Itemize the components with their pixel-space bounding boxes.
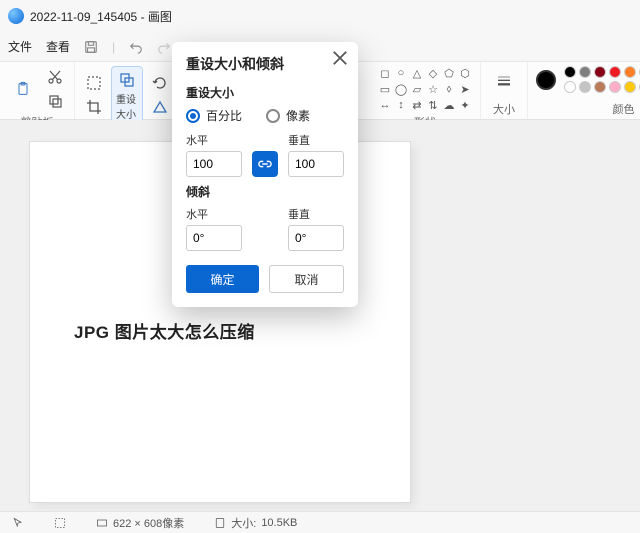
radio-dot-icon — [266, 109, 280, 123]
active-color-swatch[interactable] — [536, 70, 556, 90]
filename: 2022-11-09_145405 — [30, 10, 137, 24]
color-swatch[interactable] — [594, 66, 606, 78]
input-skew-h[interactable] — [186, 225, 242, 251]
dialog-title: 重设大小和倾斜 — [186, 54, 344, 74]
input-resize-h[interactable] — [186, 151, 242, 177]
color-row-2[interactable] — [564, 81, 640, 93]
canvas-text: JPG 图片太大怎么压缩 — [74, 318, 255, 343]
redo-icon[interactable] — [157, 40, 171, 54]
ribbon-group-colors: 颜色 — [528, 62, 640, 119]
section-resize: 重设大小 — [186, 84, 344, 101]
window-title: 2022-11-09_145405 - 画图 — [30, 8, 172, 25]
resize-icon — [116, 69, 138, 91]
select-icon[interactable] — [83, 72, 105, 94]
menu-view[interactable]: 查看 — [46, 38, 70, 55]
resize-tool-highlight[interactable]: 重设大小 — [111, 66, 143, 124]
label-skew-v: 垂直 — [288, 206, 344, 222]
section-skew: 倾斜 — [186, 183, 344, 200]
undo-icon[interactable] — [129, 40, 143, 54]
paste-icon[interactable] — [8, 74, 38, 104]
copy-icon[interactable] — [44, 90, 66, 112]
color-swatch[interactable] — [579, 66, 591, 78]
crop-icon[interactable] — [83, 96, 105, 118]
appname: 画图 — [148, 10, 172, 24]
radio-percent[interactable]: 百分比 — [186, 107, 242, 124]
color-swatch[interactable] — [609, 66, 621, 78]
selection-indicator-icon — [54, 517, 66, 529]
cursor-tool-icon — [12, 517, 24, 529]
cut-icon[interactable] — [44, 66, 66, 88]
stroke-label: 大小 — [493, 101, 515, 117]
colors-label: 颜色 — [613, 101, 635, 117]
save-icon[interactable] — [84, 40, 98, 54]
status-filesize: 大小: 10.5KB — [214, 515, 297, 531]
status-dimensions: 622 × 608像素 — [96, 515, 184, 531]
menu-file[interactable]: 文件 — [8, 38, 32, 55]
color-swatch[interactable] — [624, 66, 636, 78]
input-resize-v[interactable] — [288, 151, 344, 177]
flip-icon[interactable] — [149, 96, 171, 118]
color-swatch[interactable] — [564, 66, 576, 78]
ok-button[interactable]: 确定 — [186, 265, 259, 293]
color-swatch[interactable] — [594, 81, 606, 93]
color-swatch[interactable] — [624, 81, 636, 93]
resize-skew-dialog: 重设大小和倾斜 重设大小 百分比 像素 水平 垂直 倾斜 水平 — [172, 42, 358, 307]
color-swatch[interactable] — [579, 81, 591, 93]
color-row-1[interactable] — [564, 66, 640, 78]
status-bar: 622 × 608像素 大小: 10.5KB — [0, 511, 640, 533]
ribbon-group-stroke: 大小 — [481, 62, 528, 119]
ribbon-group-shapes: ◻○△◇⬠⬡ ▭◯▱☆⬨➤ ↔↕⇄⇅☁✦ 形状 — [370, 62, 481, 119]
rotate-icon[interactable] — [149, 72, 171, 94]
label-resize-h: 水平 — [186, 132, 242, 148]
shapes-gallery[interactable]: ◻○△◇⬠⬡ ▭◯▱☆⬨➤ ↔↕⇄⇅☁✦ — [378, 66, 472, 112]
color-swatch[interactable] — [564, 81, 576, 93]
stroke-width-icon[interactable] — [489, 66, 519, 96]
title-bar: 2022-11-09_145405 - 画图 — [0, 0, 640, 32]
input-skew-v[interactable] — [288, 225, 344, 251]
close-icon[interactable] — [330, 48, 350, 68]
cancel-button[interactable]: 取消 — [269, 265, 344, 293]
ribbon-group-clipboard: 剪贴板 — [0, 62, 75, 119]
app-icon — [8, 8, 24, 24]
color-swatch[interactable] — [609, 81, 621, 93]
ribbon-group-image: 重设大小 — [75, 62, 180, 119]
radio-dot-icon — [186, 109, 200, 123]
link-aspect-icon[interactable] — [252, 151, 278, 177]
label-resize-v: 垂直 — [288, 132, 344, 148]
label-skew-h: 水平 — [186, 206, 242, 222]
resize-label: 重设大小 — [116, 91, 138, 121]
radio-pixels[interactable]: 像素 — [266, 107, 310, 124]
